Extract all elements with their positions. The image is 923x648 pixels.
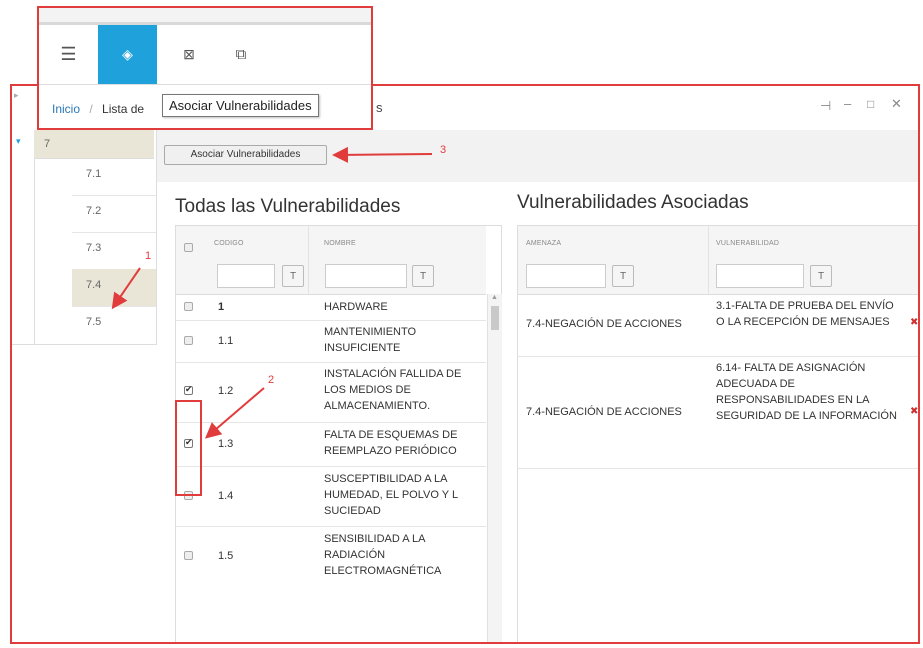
annotation-arrow-3: [332, 146, 433, 163]
annotation-arrow-1: [111, 267, 141, 310]
annotation-number-2: 2: [268, 374, 275, 386]
annotation-arrow-2: [204, 387, 265, 439]
annotation-number-3: 3: [440, 144, 447, 156]
annotation-number-1: 1: [145, 250, 152, 262]
checkbox-highlight: [175, 400, 202, 496]
annotation-layer: [111, 146, 433, 496]
